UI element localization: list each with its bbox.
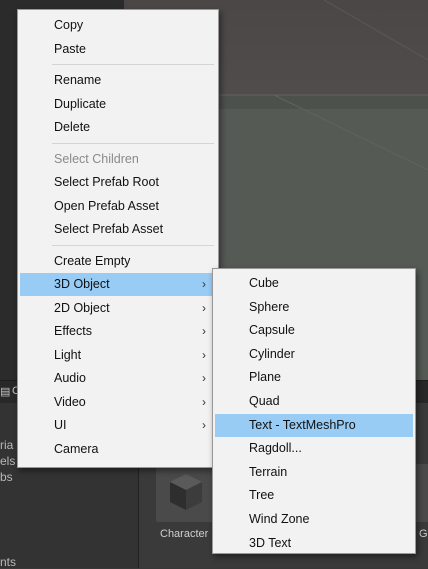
submenu-item-text-textmeshpro[interactable]: Text - TextMeshPro — [215, 413, 413, 437]
tree-item[interactable]: els — [0, 454, 15, 468]
chevron-right-icon: › — [202, 300, 206, 315]
submenu-item-label: Quad — [249, 394, 280, 408]
submenu-item-label: Cylinder — [249, 346, 295, 361]
menu-item-label: Select Prefab Asset — [54, 222, 164, 236]
menu-item-rename[interactable]: Rename — [20, 69, 216, 92]
submenu-item-terrain[interactable]: Terrain — [215, 461, 413, 484]
submenu-item-label: Text - TextMeshPro — [249, 417, 356, 432]
submenu-item-capsule[interactable]: Capsule — [215, 319, 413, 342]
menu-item-label: Create Empty — [54, 253, 131, 268]
submenu-item-wind-zone[interactable]: Wind Zone — [215, 508, 413, 531]
cube-prefab-icon — [170, 474, 202, 510]
submenu-item-label: Ragdoll... — [249, 441, 302, 456]
asset-thumbnail[interactable] — [156, 464, 216, 522]
menu-item-effects[interactable]: Effects › — [20, 320, 216, 343]
menu-item-3d-object[interactable]: 3D Object › — [20, 273, 216, 296]
tree-item[interactable]: nts — [0, 555, 16, 569]
submenu-item-label: Cube — [249, 276, 279, 290]
submenu-item-plane[interactable]: Plane — [215, 366, 413, 389]
menu-item-duplicate[interactable]: Duplicate — [20, 93, 216, 116]
chevron-right-icon: › — [202, 394, 206, 409]
menu-item-label: Paste — [54, 41, 86, 56]
menu-item-ui[interactable]: UI › — [20, 414, 216, 437]
menu-item-video[interactable]: Video › — [20, 391, 216, 414]
submenu-item-tree[interactable]: Tree — [215, 484, 413, 507]
menu-item-audio[interactable]: Audio › — [20, 367, 216, 390]
submenu-item-quad[interactable]: Quad — [215, 390, 413, 413]
submenu-item-label: Tree — [249, 488, 275, 503]
submenu-item-label: Terrain — [249, 464, 288, 479]
chevron-right-icon: › — [202, 371, 206, 385]
chevron-right-icon: › — [202, 324, 206, 338]
menu-item-paste[interactable]: Paste — [20, 38, 216, 61]
menu-item-label: Rename — [54, 73, 102, 87]
menu-separator — [52, 142, 214, 144]
menu-item-delete[interactable]: Delete — [20, 116, 216, 139]
menu-item-copy[interactable]: Copy — [20, 14, 216, 37]
menu-item-open-prefab-asset[interactable]: Open Prefab Asset — [20, 195, 216, 218]
asset-label: G — [419, 528, 428, 540]
submenu-item-3d-text[interactable]: 3D Text — [215, 532, 413, 555]
menu-item-label: UI — [54, 418, 67, 432]
menu-item-label: Open Prefab Asset — [54, 198, 159, 213]
submenu-item-label: Sphere — [249, 299, 290, 314]
submenu-item-ragdoll[interactable]: Ragdoll... — [215, 437, 413, 460]
menu-item-2d-object[interactable]: 2D Object › — [20, 297, 216, 320]
menu-item-label: Camera — [54, 441, 99, 456]
menu-item-light[interactable]: Light › — [20, 344, 216, 367]
chevron-right-icon: › — [202, 277, 206, 291]
asset-label: Character — [160, 528, 209, 540]
tree-item[interactable]: ria — [0, 438, 13, 452]
submenu-item-sphere[interactable]: Sphere — [215, 296, 413, 319]
submenu-item-cylinder[interactable]: Cylinder — [215, 343, 413, 366]
menu-item-label: Effects — [54, 324, 92, 338]
menu-item-label: Select Prefab Root — [54, 175, 159, 189]
menu-item-label: Audio — [54, 371, 86, 385]
tree-item[interactable]: bs — [0, 470, 13, 484]
menu-item-select-prefab-root[interactable]: Select Prefab Root — [20, 171, 216, 194]
menu-separator — [52, 244, 214, 246]
project-tab-icon[interactable]: ▤ — [0, 385, 10, 398]
menu-item-label: Copy — [54, 18, 84, 32]
submenu-item-label: Plane — [249, 370, 281, 385]
chevron-right-icon: › — [202, 418, 206, 432]
menu-item-select-children: Select Children — [20, 148, 216, 171]
menu-item-label: Duplicate — [54, 96, 107, 111]
menu-item-create-empty[interactable]: Create Empty — [20, 250, 216, 273]
menu-item-label: 3D Object — [54, 277, 110, 291]
menu-item-label: Video — [54, 394, 86, 409]
menu-item-label: Delete — [54, 120, 91, 134]
context-menu: Copy Paste Rename Duplicate Delete Select Chi… — [17, 9, 219, 468]
menu-separator — [52, 64, 214, 65]
submenu-3d-object: Cube Sphere Capsule Cylinder Plane Quad Text -… — [212, 268, 416, 554]
menu-item-label: Select Children — [54, 151, 139, 166]
menu-item-label: Light — [54, 347, 82, 362]
menu-item-select-prefab-asset[interactable]: Select Prefab Asset — [20, 218, 216, 241]
chevron-right-icon: › — [202, 347, 206, 362]
submenu-item-label: 3D Text — [249, 535, 292, 550]
submenu-item-label: Wind Zone — [249, 512, 310, 526]
menu-item-camera[interactable]: Camera — [20, 438, 216, 461]
menu-item-label: 2D Object — [54, 300, 110, 315]
submenu-item-label: Capsule — [249, 323, 295, 338]
submenu-item-cube[interactable]: Cube — [215, 272, 413, 295]
